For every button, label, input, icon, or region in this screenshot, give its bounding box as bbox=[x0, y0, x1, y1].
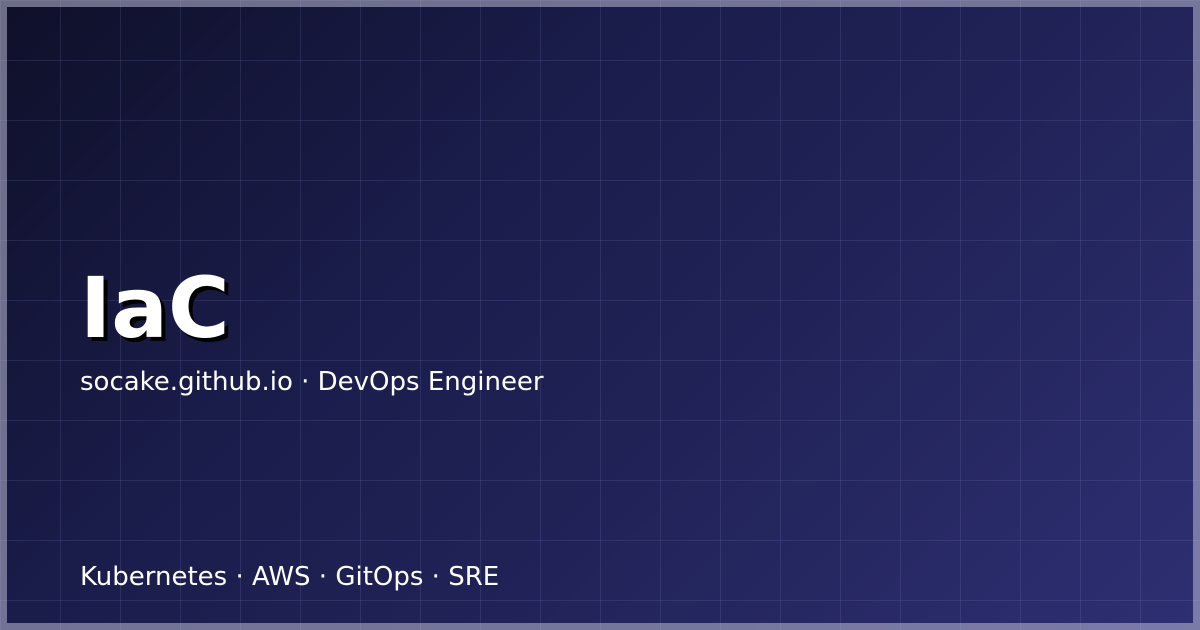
card-title: IaC bbox=[80, 259, 230, 357]
card-subtitle: socake.github.io · DevOps Engineer bbox=[80, 367, 544, 397]
social-card: IaC socake.github.io · DevOps Engineer K… bbox=[0, 0, 1200, 630]
card-tags: Kubernetes · AWS · GitOps · SRE bbox=[80, 562, 500, 592]
